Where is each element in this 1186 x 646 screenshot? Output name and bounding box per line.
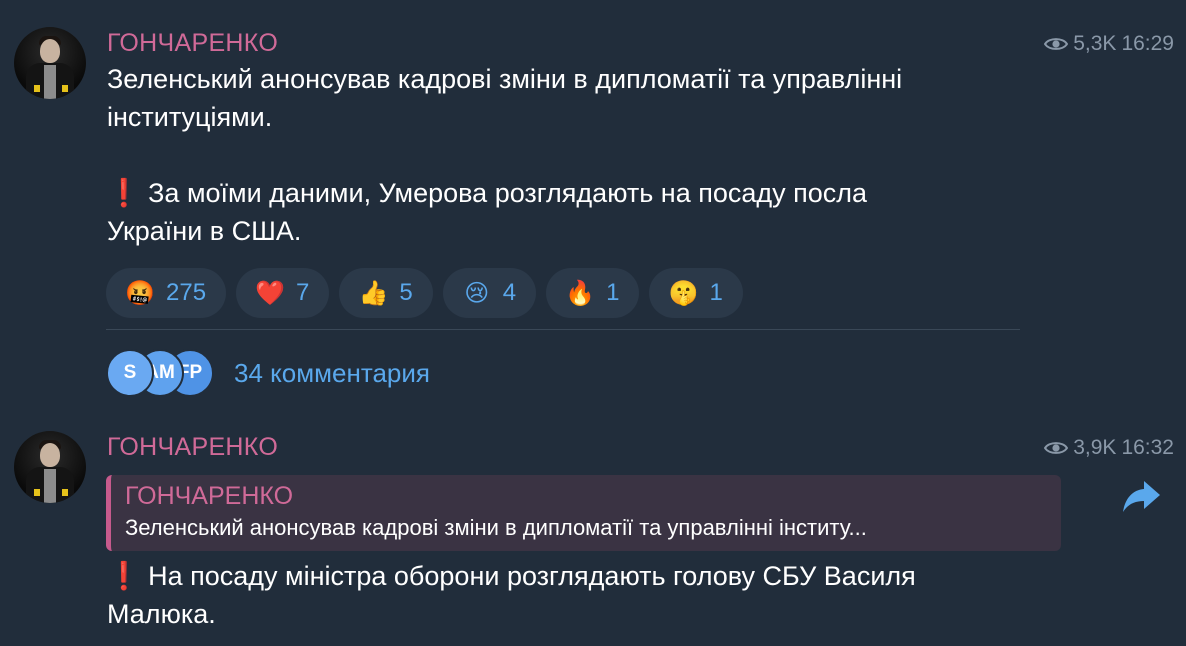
reaction-pill[interactable]: 👍 5 (339, 268, 433, 318)
reaction-pill[interactable]: 🤫 1 (649, 268, 743, 318)
channel-avatar[interactable] (14, 431, 86, 503)
thumbs-up-icon: 👍 (358, 279, 389, 307)
channel-name[interactable]: ГОНЧАРЕНКО (107, 29, 278, 58)
reaction-count: 1 (606, 279, 620, 306)
message-text: Зеленський анонсував кадрові зміни в дип… (107, 64, 903, 246)
reaction-count: 1 (709, 279, 723, 306)
reactions-bar: 🤬 275 ❤️ 7 👍 5 😢 4 🔥 1 🤫 1 (106, 268, 743, 318)
commenter-avatar: S (106, 349, 154, 397)
avatar-face (40, 39, 60, 63)
avatar-pin (62, 85, 68, 92)
view-count: 5,3K (1073, 32, 1117, 55)
avatar-face (40, 443, 60, 467)
channel-name[interactable]: ГОНЧАРЕНКО (107, 433, 278, 462)
reaction-count: 5 (399, 279, 413, 306)
reaction-count: 275 (166, 279, 207, 306)
eye-icon (1044, 442, 1069, 454)
fire-icon: 🔥 (565, 279, 596, 307)
channel-avatar[interactable] (14, 27, 86, 99)
reaction-count: 7 (296, 279, 310, 306)
post-time: 16:32 (1121, 436, 1174, 459)
avatar-pin (34, 489, 40, 496)
reply-text: Зеленський анонсував кадрові зміни в дип… (125, 515, 867, 540)
post-meta: 3,9K 16:32 (1044, 436, 1174, 460)
post-meta: 5,3K 16:29 (1044, 32, 1174, 56)
crying-face-icon: 😢 (464, 279, 490, 307)
reaction-count: 4 (502, 279, 517, 306)
reaction-pill[interactable]: ❤️ 7 (236, 268, 330, 318)
reply-quote[interactable]: ГОНЧАРЕНКО Зеленський анонсував кадрові … (106, 475, 1061, 551)
eye-icon (1044, 38, 1069, 50)
avatar-shirt (44, 469, 56, 503)
reaction-pill[interactable]: 🤬 275 (106, 268, 227, 318)
commenter-avatars: S AM FP (106, 349, 214, 397)
message-text: ❗ На посаду міністра оборони розглядають… (107, 561, 916, 629)
swearing-face-icon: 🤬 (125, 279, 155, 307)
reaction-pill[interactable]: 😢 4 (442, 268, 537, 318)
view-count: 3,9K (1073, 436, 1117, 459)
reply-author: ГОНЧАРЕНКО (125, 482, 294, 510)
avatar-shirt (44, 65, 56, 99)
avatar-pin (62, 489, 68, 496)
red-heart-icon: ❤️ (255, 279, 285, 307)
comments-count: 34 комментария (234, 357, 430, 388)
avatar-pin (34, 85, 40, 92)
share-arrow-icon[interactable] (1120, 474, 1164, 518)
post-time: 16:29 (1121, 32, 1174, 55)
shushing-face-icon: 🤫 (668, 279, 699, 307)
reaction-pill[interactable]: 🔥 1 (546, 268, 640, 318)
divider (106, 329, 1020, 330)
comments-button[interactable]: S AM FP 34 комментария (106, 349, 430, 397)
